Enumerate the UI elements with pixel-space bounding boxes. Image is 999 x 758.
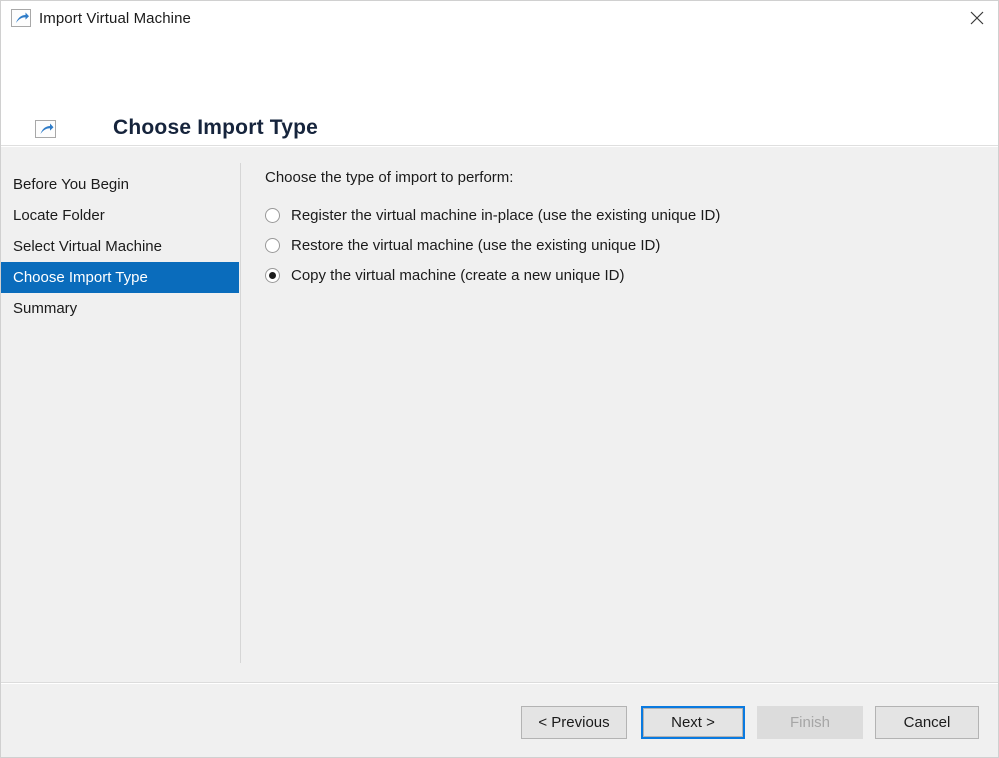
radio-option-register-in-place[interactable]: Register the virtual machine in-place (u… <box>265 200 975 230</box>
page-header: Choose Import Type <box>1 35 998 146</box>
cancel-button[interactable]: Cancel <box>875 706 979 739</box>
radio-option-label: Restore the virtual machine (use the exi… <box>291 236 661 254</box>
vertical-divider <box>240 163 241 663</box>
dialog-footer: < Previous Next > Finish Cancel <box>1 684 998 757</box>
sidebar-item-label: Summary <box>13 300 78 317</box>
previous-button[interactable]: < Previous <box>521 706 627 739</box>
sidebar-item-summary[interactable]: Summary <box>1 293 239 324</box>
title-bar: Import Virtual Machine <box>1 1 998 35</box>
import-virtual-machine-dialog: Import Virtual Machine Choose Import Typ… <box>0 0 999 758</box>
radio-button-unchecked-icon[interactable] <box>265 207 280 223</box>
next-button[interactable]: Next > <box>641 706 745 739</box>
wizard-steps-nav: Before You Begin Locate Folder Select Vi… <box>1 169 239 324</box>
sidebar-item-select-virtual-machine[interactable]: Select Virtual Machine <box>1 231 239 262</box>
sidebar-item-label: Choose Import Type <box>13 269 148 286</box>
finish-button: Finish <box>757 706 863 739</box>
close-icon[interactable] <box>954 1 998 34</box>
radio-option-copy[interactable]: Copy the virtual machine (create a new u… <box>265 260 975 290</box>
prompt-label: Choose the type of import to perform: <box>265 169 514 186</box>
radio-button-checked-icon[interactable] <box>265 267 280 283</box>
page-title: Choose Import Type <box>113 116 319 139</box>
import-arrow-icon <box>11 9 31 27</box>
radio-option-label: Register the virtual machine in-place (u… <box>291 206 721 224</box>
sidebar-item-label: Select Virtual Machine <box>13 238 162 255</box>
sidebar-item-locate-folder[interactable]: Locate Folder <box>1 200 239 231</box>
sidebar-item-label: Locate Folder <box>13 207 105 224</box>
window-title: Import Virtual Machine <box>39 9 191 27</box>
import-arrow-icon <box>35 120 56 138</box>
main-pane: Choose the type of import to perform: Re… <box>265 169 975 290</box>
radio-option-restore[interactable]: Restore the virtual machine (use the exi… <box>265 230 975 260</box>
sidebar-item-choose-import-type[interactable]: Choose Import Type <box>1 262 239 293</box>
dialog-body: Before You Begin Locate Folder Select Vi… <box>1 147 998 683</box>
sidebar-item-before-you-begin[interactable]: Before You Begin <box>1 169 239 200</box>
sidebar-item-label: Before You Begin <box>13 176 129 193</box>
radio-button-unchecked-icon[interactable] <box>265 237 280 253</box>
radio-option-label: Copy the virtual machine (create a new u… <box>291 266 625 284</box>
